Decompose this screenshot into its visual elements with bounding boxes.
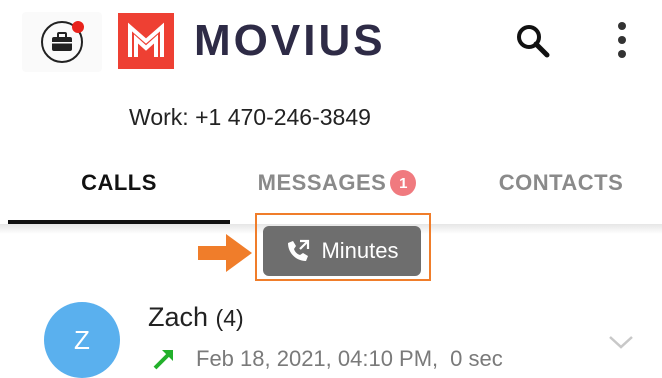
call-count: (4)	[215, 305, 244, 331]
tab-calls-label: CALLS	[81, 170, 157, 195]
contact-name: Zach (4)	[148, 302, 244, 333]
app-header: MOVIUS	[0, 0, 662, 80]
tab-messages-label: MESSAGES	[257, 170, 387, 195]
notification-dot	[72, 21, 84, 33]
minutes-button[interactable]: Minutes	[263, 226, 421, 276]
call-meta: Feb 18, 2021, 04:10 PM, 0 sec	[152, 346, 503, 372]
movius-logo: MOVIUS	[118, 13, 386, 69]
arrow-right-icon	[198, 234, 252, 272]
call-duration: 0 sec	[450, 346, 503, 371]
outgoing-call-arrow-icon	[153, 350, 173, 370]
expand-button[interactable]	[606, 332, 636, 352]
movius-logo-icon	[118, 13, 174, 69]
contact-name-text: Zach	[148, 302, 209, 332]
chevron-down-icon	[609, 336, 633, 349]
work-number-line: Work: +1 470-246-3849	[0, 104, 500, 131]
tab-calls[interactable]: CALLS	[8, 150, 230, 216]
work-account-circle	[41, 21, 84, 63]
call-datetime: Feb 18, 2021, 04:10 PM,	[196, 346, 439, 371]
tab-contacts-label: CONTACTS	[498, 170, 624, 195]
work-label: Work:	[129, 104, 189, 130]
minutes-label: Minutes	[321, 238, 399, 263]
brand-name: MOVIUS	[194, 16, 386, 65]
tab-contacts[interactable]: CONTACTS	[466, 150, 656, 216]
tab-messages[interactable]: MESSAGES 1	[232, 150, 442, 216]
phone-transfer-icon	[288, 239, 310, 261]
avatar-initial: Z	[74, 324, 90, 355]
search-button[interactable]	[514, 22, 552, 60]
unread-badge: 1	[390, 170, 417, 196]
briefcase-icon	[52, 32, 72, 51]
overflow-menu-button[interactable]	[608, 20, 636, 60]
avatar: Z	[44, 302, 120, 378]
call-list-item[interactable]: Z Zach (4) Feb 18, 2021, 04:10 PM, 0 sec	[0, 296, 662, 378]
work-account-button[interactable]	[22, 12, 102, 72]
search-icon	[517, 25, 550, 58]
work-number: +1 470-246-3849	[195, 104, 371, 130]
more-vert-icon	[618, 22, 626, 58]
